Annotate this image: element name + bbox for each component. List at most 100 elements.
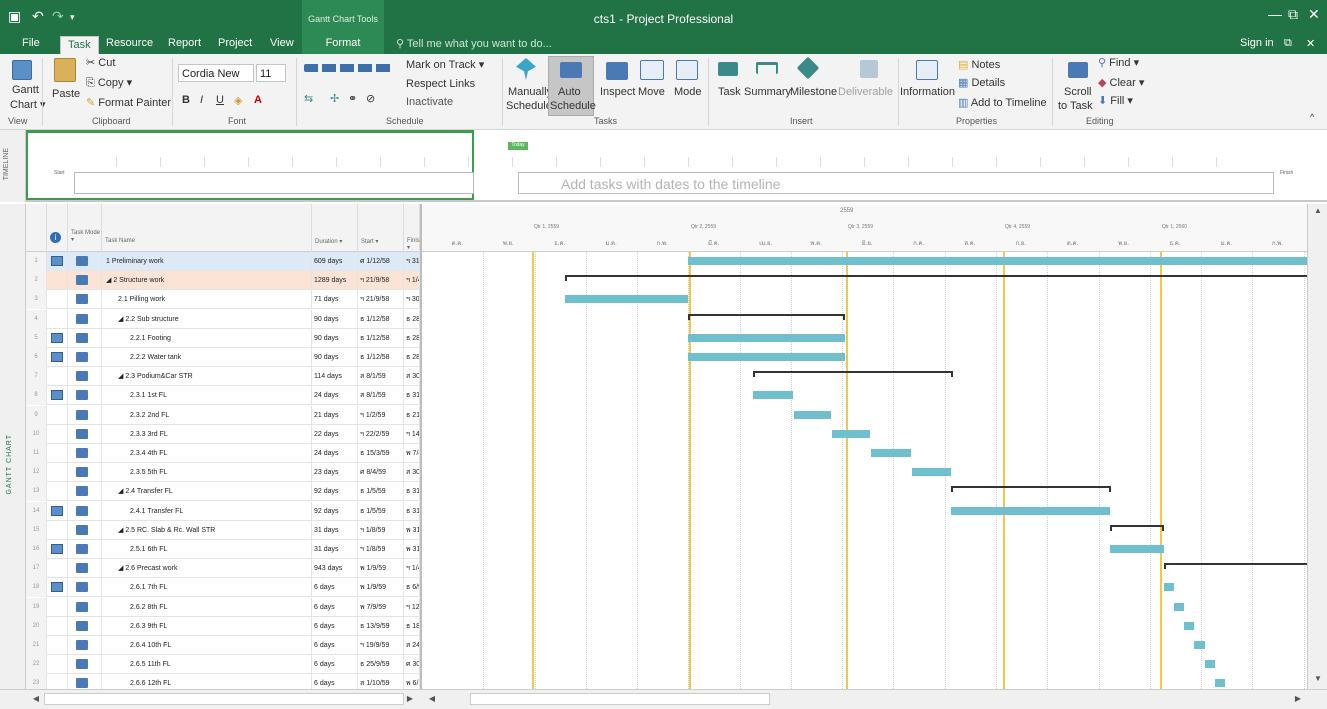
task-bar[interactable]: [832, 429, 870, 438]
notes-indicator-icon[interactable]: [51, 390, 63, 401]
table-row[interactable]: 2 ◢ 2 Structure work 1289 days ฯ 21/9/58 ฯ 1…: [26, 271, 420, 291]
summary-bar[interactable]: [753, 371, 953, 378]
task-name-cell[interactable]: 2.6.2 8th FL: [102, 597, 312, 617]
row-number[interactable]: 7: [26, 367, 47, 387]
row-number[interactable]: 8: [26, 386, 47, 406]
grid-scroll-right-icon[interactable]: ▶: [404, 694, 416, 704]
find-button[interactable]: ⚲ Find ▾: [1098, 56, 1139, 69]
grid-scroll-left-icon[interactable]: ◀: [30, 694, 42, 704]
finish-cell[interactable]: ธ 28/2/59: [404, 348, 420, 367]
duration-cell[interactable]: 23 days: [312, 463, 358, 483]
task-bar[interactable]: [794, 410, 831, 419]
information-icon[interactable]: [916, 60, 938, 80]
start-cell[interactable]: พ 1/9/59: [358, 578, 404, 598]
duration-cell[interactable]: 92 days: [312, 482, 358, 502]
task-name-header[interactable]: Task Name: [102, 204, 312, 252]
table-row[interactable]: 4 ◢ 2.2 Sub structure 90 days ธ 1/12/58 ธ 28…: [26, 309, 420, 329]
finish-cell[interactable]: ศ 30/9/59: [404, 655, 420, 675]
duration-cell[interactable]: 24 days: [312, 386, 358, 406]
tab-file[interactable]: File: [22, 37, 40, 49]
task-mode-cell[interactable]: [68, 616, 102, 636]
task-mode-cell[interactable]: [68, 367, 102, 387]
duration-cell[interactable]: 22 days: [312, 424, 358, 444]
mode-icon[interactable]: [676, 60, 698, 80]
font-size-select[interactable]: 11: [256, 64, 286, 82]
task-bar[interactable]: [688, 257, 1309, 265]
restore-icon[interactable]: ⧉: [1288, 6, 1298, 23]
timeline-pane[interactable]: TIMELINE Start Today Add tasks with date…: [0, 130, 1327, 202]
task-mode-cell[interactable]: [68, 520, 102, 540]
tab-format[interactable]: Format: [302, 34, 384, 54]
underline-icon[interactable]: U: [216, 94, 224, 106]
task-mode-cell[interactable]: [68, 386, 102, 406]
task-name-cell[interactable]: 2.5.1 6th FL: [102, 540, 312, 559]
insert-summary-icon[interactable]: [756, 62, 778, 74]
row-number[interactable]: 14: [26, 501, 47, 521]
row-number[interactable]: 6: [26, 348, 47, 367]
row-number[interactable]: 17: [26, 559, 47, 579]
chart-label[interactable]: Chart ▾: [10, 98, 45, 111]
task-mode-cell[interactable]: [68, 271, 102, 291]
row-number[interactable]: 4: [26, 309, 47, 329]
row-number[interactable]: 9: [26, 405, 47, 425]
finish-cell[interactable]: ธ 21/2/59: [404, 405, 420, 425]
task-mode-cell[interactable]: [68, 290, 102, 310]
finish-cell[interactable]: ธ 31/1/59: [404, 386, 420, 406]
task-bar[interactable]: [871, 449, 911, 457]
task-mode-cell[interactable]: [68, 405, 102, 425]
minimize-icon[interactable]: —: [1268, 6, 1282, 22]
move-icon[interactable]: [640, 60, 664, 80]
table-row[interactable]: 9 2.3.2 2nd FL21 daysฯ 1/2/59ธ 21/2/59: [26, 405, 420, 425]
duration-cell[interactable]: 1289 days: [312, 271, 358, 291]
tab-task[interactable]: Task: [60, 36, 99, 54]
start-header[interactable]: Start ▾: [358, 204, 404, 252]
row-number[interactable]: 15: [26, 520, 47, 540]
row-number[interactable]: 10: [26, 424, 47, 444]
finish-cell[interactable]: ธ 28/2/59: [404, 328, 420, 348]
row-number[interactable]: 5: [26, 328, 47, 348]
font-family-select[interactable]: Cordia New: [178, 64, 254, 82]
duration-cell[interactable]: 6 days: [312, 597, 358, 617]
notes-indicator-icon[interactable]: [51, 582, 63, 593]
start-cell[interactable]: ธ 1/12/58: [358, 309, 404, 329]
duration-cell[interactable]: 21 days: [312, 405, 358, 425]
table-row[interactable]: 18 2.6.1 7th FL6 daysพ 1/9/59ธ 6/9/59: [26, 578, 420, 598]
task-bar[interactable]: [912, 468, 951, 477]
ribbon-display-icon[interactable]: ⧉: [1284, 37, 1292, 50]
task-mode-cell[interactable]: [68, 559, 102, 579]
task-name-cell[interactable]: 2.3.3 3rd FL: [102, 424, 312, 444]
task-name-cell[interactable]: ◢ 2 Structure work: [102, 271, 312, 291]
table-row[interactable]: 22 2.6.5 11th FL6 daysธ 25/9/59ศ 30/9/59: [26, 655, 420, 675]
start-cell[interactable]: ฯ 1/2/59: [358, 405, 404, 425]
duration-cell[interactable]: 90 days: [312, 328, 358, 348]
task-name-cell[interactable]: 2.2.2 Water tank: [102, 348, 312, 367]
task-mode-cell[interactable]: [68, 348, 102, 367]
task-grid[interactable]: GANTT CHART i Task Mode ▾ Task Name Dura…: [0, 204, 423, 694]
table-row[interactable]: 19 2.6.2 8th FL6 daysพ 7/9/59ฯ 12/9/59: [26, 597, 420, 617]
finish-cell[interactable]: ธ 31/7/59: [404, 501, 420, 521]
insert-task-icon[interactable]: [718, 62, 738, 76]
table-row[interactable]: 8 2.3.1 1st FL24 daysส 8/1/59ธ 31/1/59: [26, 386, 420, 406]
insert-milestone-icon[interactable]: [796, 56, 820, 80]
task-bar[interactable]: [1205, 660, 1215, 669]
percent-complete-icon[interactable]: [304, 64, 392, 72]
highlight-color-icon[interactable]: ◈: [234, 94, 242, 107]
indicators-header[interactable]: i: [47, 204, 68, 252]
start-cell[interactable]: ส 8/1/59: [358, 367, 404, 387]
select-all-cell[interactable]: [26, 204, 47, 252]
table-row[interactable]: 14 2.4.1 Transfer FL92 daysธ 1/5/59ธ 31/7…: [26, 501, 420, 521]
duration-cell[interactable]: 609 days: [312, 252, 358, 271]
duration-cell[interactable]: 114 days: [312, 367, 358, 387]
task-name-cell[interactable]: 2.6.5 11th FL: [102, 655, 312, 675]
italic-icon[interactable]: I: [200, 94, 203, 106]
task-mode-cell[interactable]: [68, 482, 102, 502]
task-bar[interactable]: [1184, 621, 1194, 630]
task-name-cell[interactable]: 1 Preliminary work: [102, 252, 312, 271]
row-number[interactable]: 22: [26, 655, 47, 675]
inspect-button[interactable]: Inspect: [600, 86, 635, 98]
start-cell[interactable]: ธ 1/12/58: [358, 328, 404, 348]
duration-cell[interactable]: 943 days: [312, 559, 358, 579]
table-row[interactable]: 15 ◢ 2.5 RC. Slab & Rc. Wall STR 31 days ฯ …: [26, 520, 420, 540]
table-row[interactable]: 11 2.3.4 4th FL24 daysธ 15/3/59พ 7/4/59: [26, 444, 420, 463]
finish-cell[interactable]: พ 7/4/59: [404, 444, 420, 463]
